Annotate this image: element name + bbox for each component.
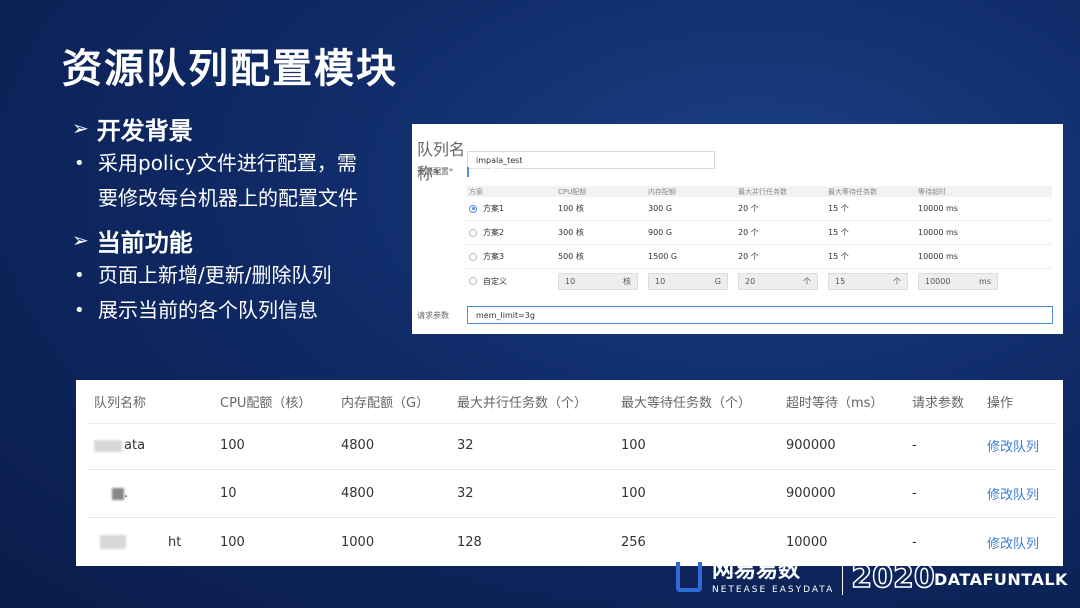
year-mark: 2020 [851, 559, 936, 596]
bullet-text: 展示当前的各个队列信息 [98, 298, 318, 322]
parallel-input[interactable]: 20 个 [738, 272, 818, 290]
bullet-dot-icon: • [74, 153, 85, 174]
bullet-list: ➢ 开发背景 • 采用policy文件进行配置，需 要修改每台机器上的配置文件 … [72, 110, 402, 328]
logo-divider [842, 559, 844, 595]
arrow-icon: ➢ [72, 228, 89, 252]
plan-row[interactable]: 方案3 500 核 1500 G 20 个 15 个 10000 ms [466, 245, 1052, 269]
radio-icon[interactable] [469, 252, 477, 261]
redacted-mark [100, 535, 126, 549]
radio-icon[interactable] [469, 228, 477, 237]
plan-row[interactable]: 方案1 100 核 300 G 20 个 15 个 10000 ms [466, 197, 1052, 221]
radio-icon[interactable] [469, 277, 477, 285]
bullet-dot-icon: • [74, 300, 85, 321]
bullet-text: 采用policy文件进行配置，需 [98, 151, 357, 175]
bullet-item: • 页面上新增/更新/删除队列 [72, 258, 402, 293]
plan-grid-header: 方案 CPU配额 内存配额 最大并行任务数 最大等待任务数 等待超时 [466, 186, 1052, 197]
slide-title: 资源队列配置模块 [62, 46, 398, 92]
section-heading: ➢ 开发背景 [72, 110, 402, 146]
bullet-item: • 采用policy文件进行配置，需 [72, 146, 402, 181]
footer-logos: 网易易数 NETEASE EASYDATA 2020 [676, 552, 936, 602]
arrow-icon: ➢ [72, 116, 89, 140]
mem-input[interactable]: 10 G [648, 272, 728, 290]
plan-grid: 方案 CPU配额 内存配额 最大并行任务数 最大等待任务数 等待超时 方案1 1… [466, 186, 1052, 293]
section-heading-text: 当前功能 [96, 228, 193, 257]
resource-config-row: 资源配置* 默认策略 [417, 166, 505, 177]
logo-cn: 网易易数 [712, 557, 801, 583]
section-heading: ➢ 当前功能 [72, 222, 402, 258]
bullet-item: 要修改每台机器上的配置文件 [72, 181, 402, 216]
bullet-text: 页面上新增/更新/删除队列 [98, 263, 332, 287]
bullet-text: 要修改每台机器上的配置文件 [98, 186, 358, 210]
edit-queue-link[interactable]: 修改队列 [987, 533, 1056, 552]
brand-logo: DATAFUNTALK [934, 570, 1068, 589]
strategy-label: 默认策略 [473, 167, 505, 176]
netease-logo-icon [676, 562, 702, 592]
strategy-marker-icon [467, 166, 469, 177]
table-row: . 10 4800 32 100 900000 - 修改队列 [88, 470, 1056, 518]
plan-row-custom[interactable]: 自定义 10 核 10 G 20 个 15 个 10000 ms [466, 269, 1052, 293]
section-heading-text: 开发背景 [96, 116, 193, 145]
timeout-input[interactable]: 10000 ms [918, 272, 998, 290]
bullet-dot-icon: • [74, 265, 85, 286]
request-params-label: 请求参数 [417, 310, 449, 320]
table-row: ata 100 4800 32 100 900000 - 修改队列 [88, 422, 1056, 470]
request-params-input[interactable]: mem_limit=3g [467, 306, 1053, 324]
radio-checked-icon[interactable] [469, 204, 477, 213]
cpu-input[interactable]: 10 核 [558, 272, 638, 290]
logo-en: NETEASE EASYDATA [712, 584, 835, 595]
edit-queue-link[interactable]: 修改队列 [987, 436, 1056, 455]
redacted-mark [94, 439, 122, 452]
edit-queue-link[interactable]: 修改队列 [987, 484, 1056, 503]
resource-config-label: 资源配置* [417, 167, 453, 176]
request-params-row: 请求参数 mem_limit=3g [417, 306, 1053, 324]
wait-input[interactable]: 15 个 [828, 272, 908, 290]
plan-row[interactable]: 方案2 300 核 900 G 20 个 15 个 10000 ms [466, 221, 1052, 245]
queue-table-header: 队列名称 CPU配额（核） 内存配额（G） 最大并行任务数（个） 最大等待任务数… [88, 380, 1056, 424]
redacted-mark [112, 487, 124, 500]
bullet-item: • 展示当前的各个队列信息 [72, 293, 402, 328]
queue-table: 队列名称 CPU配额（核） 内存配额（G） 最大并行任务数（个） 最大等待任务数… [76, 380, 1063, 566]
